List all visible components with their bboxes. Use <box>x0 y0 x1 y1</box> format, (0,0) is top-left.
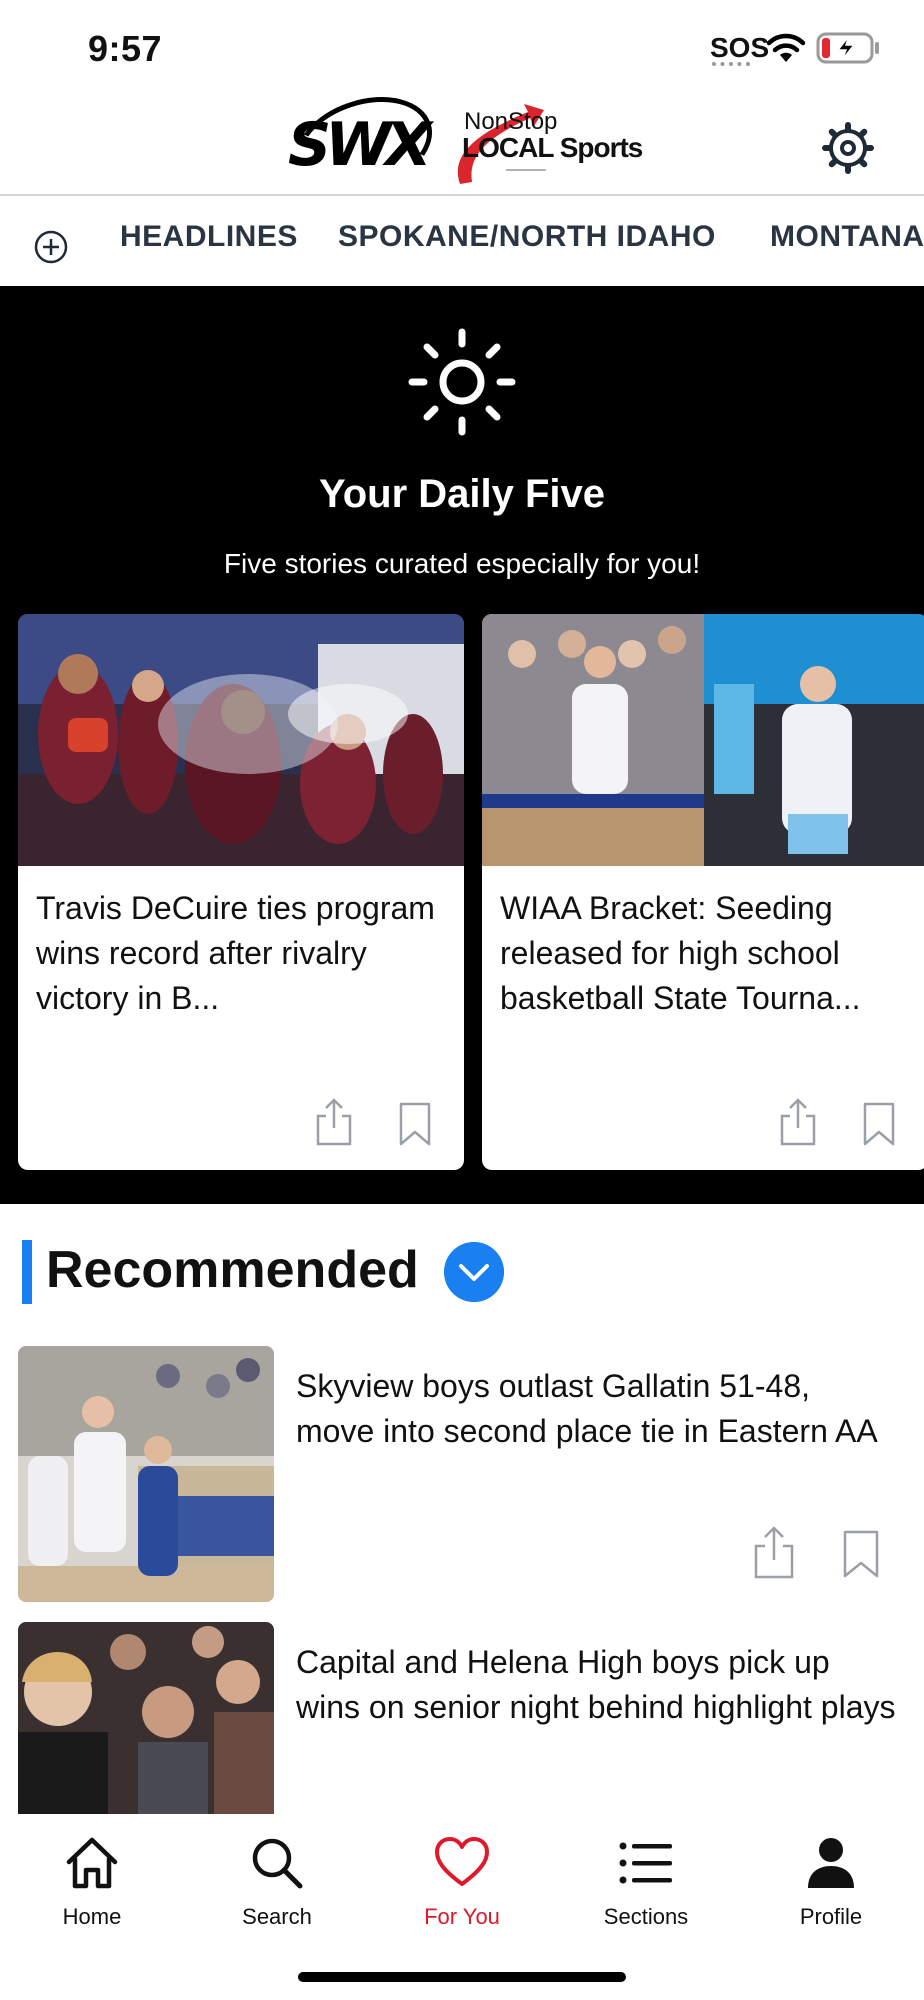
recommended-header: Recommended <box>0 1236 924 1308</box>
share-icon[interactable] <box>778 1098 818 1146</box>
logo-main-text: SWX <box>288 110 432 180</box>
logo-sub-text-2: LOCAL Sports <box>462 132 643 163</box>
tab-headlines[interactable]: HEADLINES <box>120 220 298 254</box>
heart-icon <box>435 1837 489 1886</box>
swx-logo[interactable]: SWX NonStop LOCAL Sports <box>283 80 648 210</box>
bookmark-icon[interactable] <box>842 1530 880 1578</box>
share-icon[interactable] <box>314 1098 354 1146</box>
tab-label: Sections <box>603 1904 689 1929</box>
wifi-icon <box>766 33 806 62</box>
recommended-title-text: Skyview boys outlast Gallatin 51-48, mov… <box>296 1368 878 1449</box>
home-icon <box>66 1837 118 1889</box>
signal-dots-icon <box>712 62 750 66</box>
bookmark-icon[interactable] <box>862 1102 896 1146</box>
daily-five-section: Your Daily Five Five stories curated esp… <box>0 286 924 1204</box>
status-bar: 9:57 SOS <box>0 0 924 96</box>
daily-five-title: Your Daily Five <box>318 472 605 516</box>
battery-charging-icon <box>816 32 879 64</box>
tab-label: Profile <box>799 1904 863 1929</box>
story-title: Travis DeCuire ties program wins record … <box>36 890 435 1016</box>
app-header: SWX NonStop LOCAL Sports <box>0 80 924 210</box>
story-image-celebration <box>18 614 464 866</box>
story-card[interactable]: Travis DeCuire ties program wins record … <box>18 614 464 1170</box>
section-nav: HEADLINES SPOKANE/NORTH IDAHO MONTANA <box>0 198 924 286</box>
list-icon <box>619 1842 672 1884</box>
tab-sections[interactable]: Sections <box>576 1834 716 1944</box>
person-icon <box>808 1838 854 1888</box>
recommended-title-text: Capital and Helena High boys pick up win… <box>296 1644 896 1725</box>
home-indicator[interactable] <box>298 1972 626 1982</box>
share-icon[interactable] <box>752 1526 796 1580</box>
story-image-basketball <box>482 614 924 866</box>
tab-for-you[interactable]: For You <box>392 1834 532 1944</box>
tab-profile[interactable]: Profile <box>761 1834 901 1944</box>
sos-indicator: SOS <box>710 32 770 63</box>
add-circle-icon[interactable] <box>34 230 68 264</box>
bookmark-icon[interactable] <box>398 1102 432 1146</box>
recommended-accent-bar <box>22 1240 32 1304</box>
tab-search[interactable]: Search <box>207 1834 347 1944</box>
logo-sub-text-1: NonStop <box>464 108 558 135</box>
tab-spokane-north-idaho[interactable]: SPOKANE/NORTH IDAHO <box>338 220 716 254</box>
tab-home[interactable]: Home <box>22 1834 162 1944</box>
chevron-down-icon[interactable] <box>444 1242 504 1302</box>
tab-label: Search <box>242 1904 312 1929</box>
tab-montana[interactable]: MONTANA <box>770 220 924 254</box>
search-icon <box>252 1838 303 1889</box>
gear-icon[interactable] <box>822 122 874 174</box>
tab-label: For You <box>424 1904 500 1929</box>
recommended-title: Recommended <box>46 1241 419 1299</box>
recommended-image-skyview <box>18 1346 274 1602</box>
daily-five-subtitle: Five stories curated especially for you! <box>223 548 701 579</box>
status-time: 9:57 <box>88 28 163 69</box>
story-card[interactable]: WIAA Bracket: Seeding released for high … <box>482 614 924 1170</box>
tab-label: Home <box>62 1904 122 1929</box>
story-title: WIAA Bracket: Seeding released for high … <box>500 890 861 1016</box>
sun-icon <box>408 328 516 436</box>
list-item[interactable]: Skyview boys outlast Gallatin 51-48, mov… <box>0 1346 924 1604</box>
